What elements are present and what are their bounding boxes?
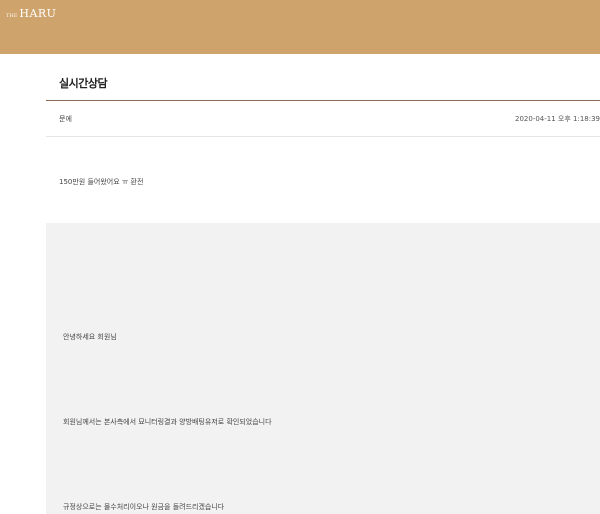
top-header-bar: THE HARU — [0, 0, 600, 54]
answer-line: 규정상으로는 몰수처리이오나 원금을 돌려드리겠습니다 — [63, 503, 225, 511]
page-title: 실시간상담 — [59, 77, 108, 90]
site-logo[interactable]: THE HARU — [6, 7, 56, 20]
answer-panel: 안녕하세요 회원님 회원님께서는 본사측에서 묘니터링결과 양방배팅유저로 확인… — [46, 223, 600, 514]
question-text: 150만원 들어왔어요 ㅠ 환전 — [59, 178, 144, 186]
logo-text: HARU — [19, 7, 57, 20]
answer-line: 안녕하세요 회원님 — [63, 333, 117, 341]
post-author: 문에 — [59, 115, 72, 123]
logo-prefix: THE — [6, 13, 18, 19]
answer-line: 회원님께서는 본사측에서 묘니터링결과 양방배팅유저로 확인되었습니다 — [63, 418, 272, 426]
post-datetime: 2020-04-11 오후 1:18:39 — [515, 115, 600, 123]
post-meta-row: 문에 2020-04-11 오후 1:18:39 — [46, 101, 600, 137]
consultation-content: 실시간상담 문에 2020-04-11 오후 1:18:39 150만원 들어왔… — [46, 54, 600, 514]
